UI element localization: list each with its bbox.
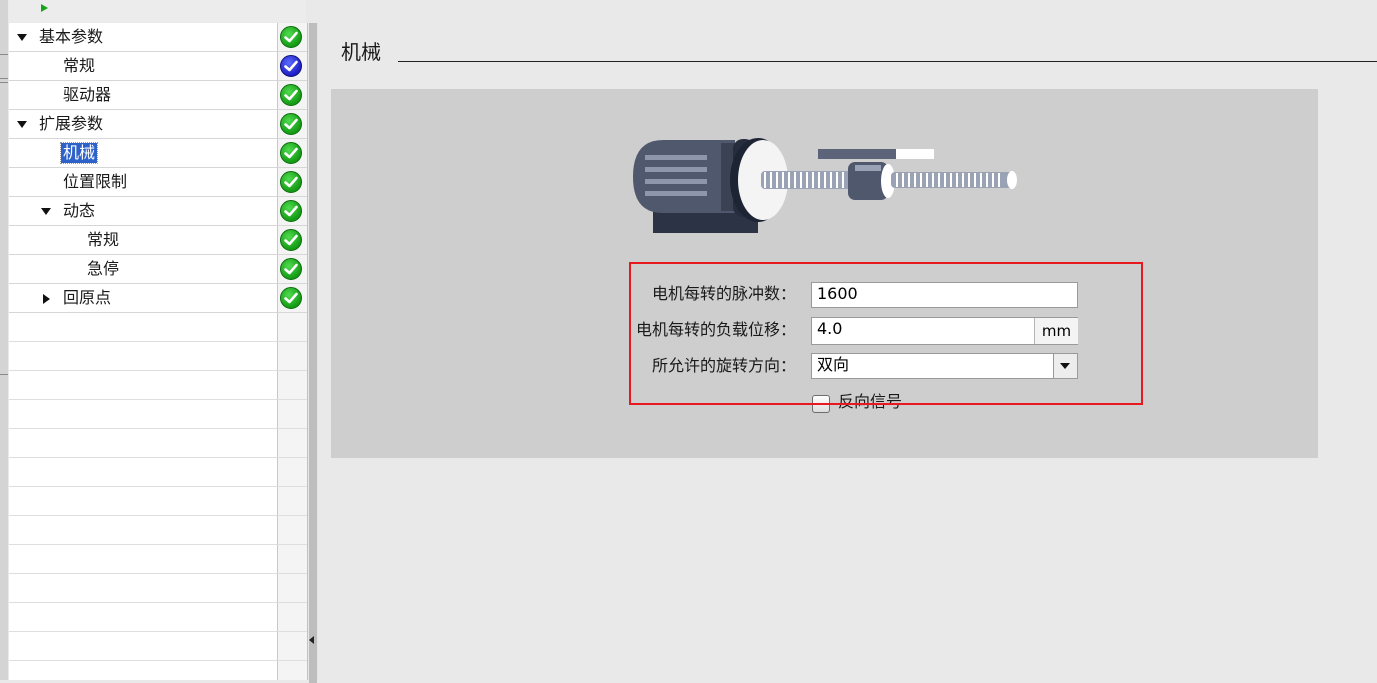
check-circle-green-icon	[280, 287, 302, 309]
tree-label: 常规	[87, 230, 120, 249]
title-divider	[398, 61, 1377, 62]
check-circle-green-icon	[280, 84, 302, 106]
tree-row-dynamics-general[interactable]: 常规	[9, 226, 307, 255]
check-circle-green-icon	[280, 171, 302, 193]
parameter-tree: 基本参数 常规 驱动器 扩展参数 机械 位置限制 动态 常规 急停 回原点	[9, 23, 307, 680]
tree-row-empty	[9, 632, 307, 661]
tree-row-empty	[9, 458, 307, 487]
tree-label-selected: 机械	[59, 142, 99, 164]
tree-label: 驱动器	[63, 85, 112, 104]
tree-row-empty	[9, 487, 307, 516]
motor-ballscrew-illustration	[633, 138, 1017, 233]
tree-row-empty	[9, 545, 307, 574]
check-circle-blue-icon	[280, 55, 302, 77]
check-circle-green-icon	[280, 26, 302, 48]
tree-scrollbar[interactable]	[307, 23, 319, 683]
tree-row-empty	[9, 400, 307, 429]
tree-row-general[interactable]: 常规	[9, 52, 307, 81]
tree-toolbar	[9, 0, 306, 22]
tree-row-empty	[9, 429, 307, 458]
expand-down-icon[interactable]	[17, 34, 27, 41]
tree-label: 急停	[87, 259, 120, 278]
expand-down-icon[interactable]	[17, 121, 27, 128]
tree-row-empty	[9, 574, 307, 603]
check-circle-green-icon	[280, 258, 302, 280]
tree-row-position-limits[interactable]: 位置限制	[9, 168, 307, 197]
tree-row-basic-params[interactable]: 基本参数	[9, 23, 307, 52]
tree-label: 回原点	[63, 288, 112, 307]
scrollbar-thumb[interactable]	[309, 23, 317, 683]
tree-row-mechanics[interactable]: 机械	[9, 139, 307, 168]
section-title: 机械	[341, 40, 381, 64]
check-circle-green-icon	[280, 200, 302, 222]
expand-down-icon[interactable]	[41, 208, 51, 215]
tree-row-dynamics[interactable]: 动态	[9, 197, 307, 226]
tree-row-homing[interactable]: 回原点	[9, 284, 307, 313]
tree-label: 动态	[63, 201, 96, 220]
tree-row-extended-params[interactable]: 扩展参数	[9, 110, 307, 139]
play-icon[interactable]	[41, 4, 48, 12]
tree-label: 位置限制	[63, 172, 128, 191]
tree-row-empty	[9, 371, 307, 400]
check-circle-green-icon	[280, 113, 302, 135]
highlight-box	[629, 262, 1143, 405]
tree-row-emergency-stop[interactable]: 急停	[9, 255, 307, 284]
tree-label: 扩展参数	[39, 114, 104, 133]
scroll-left-arrow-icon[interactable]	[309, 636, 314, 644]
tree-row-empty	[9, 516, 307, 545]
tree-label: 常规	[63, 56, 96, 75]
tree-row-empty	[9, 342, 307, 371]
tree-row-empty	[9, 603, 307, 632]
expand-right-icon[interactable]	[43, 294, 50, 304]
left-edge-strip	[0, 0, 8, 680]
tree-label: 基本参数	[39, 27, 104, 46]
check-circle-green-icon	[280, 229, 302, 251]
tree-row-empty	[9, 313, 307, 342]
tree-row-drive[interactable]: 驱动器	[9, 81, 307, 110]
check-circle-green-icon	[280, 142, 302, 164]
